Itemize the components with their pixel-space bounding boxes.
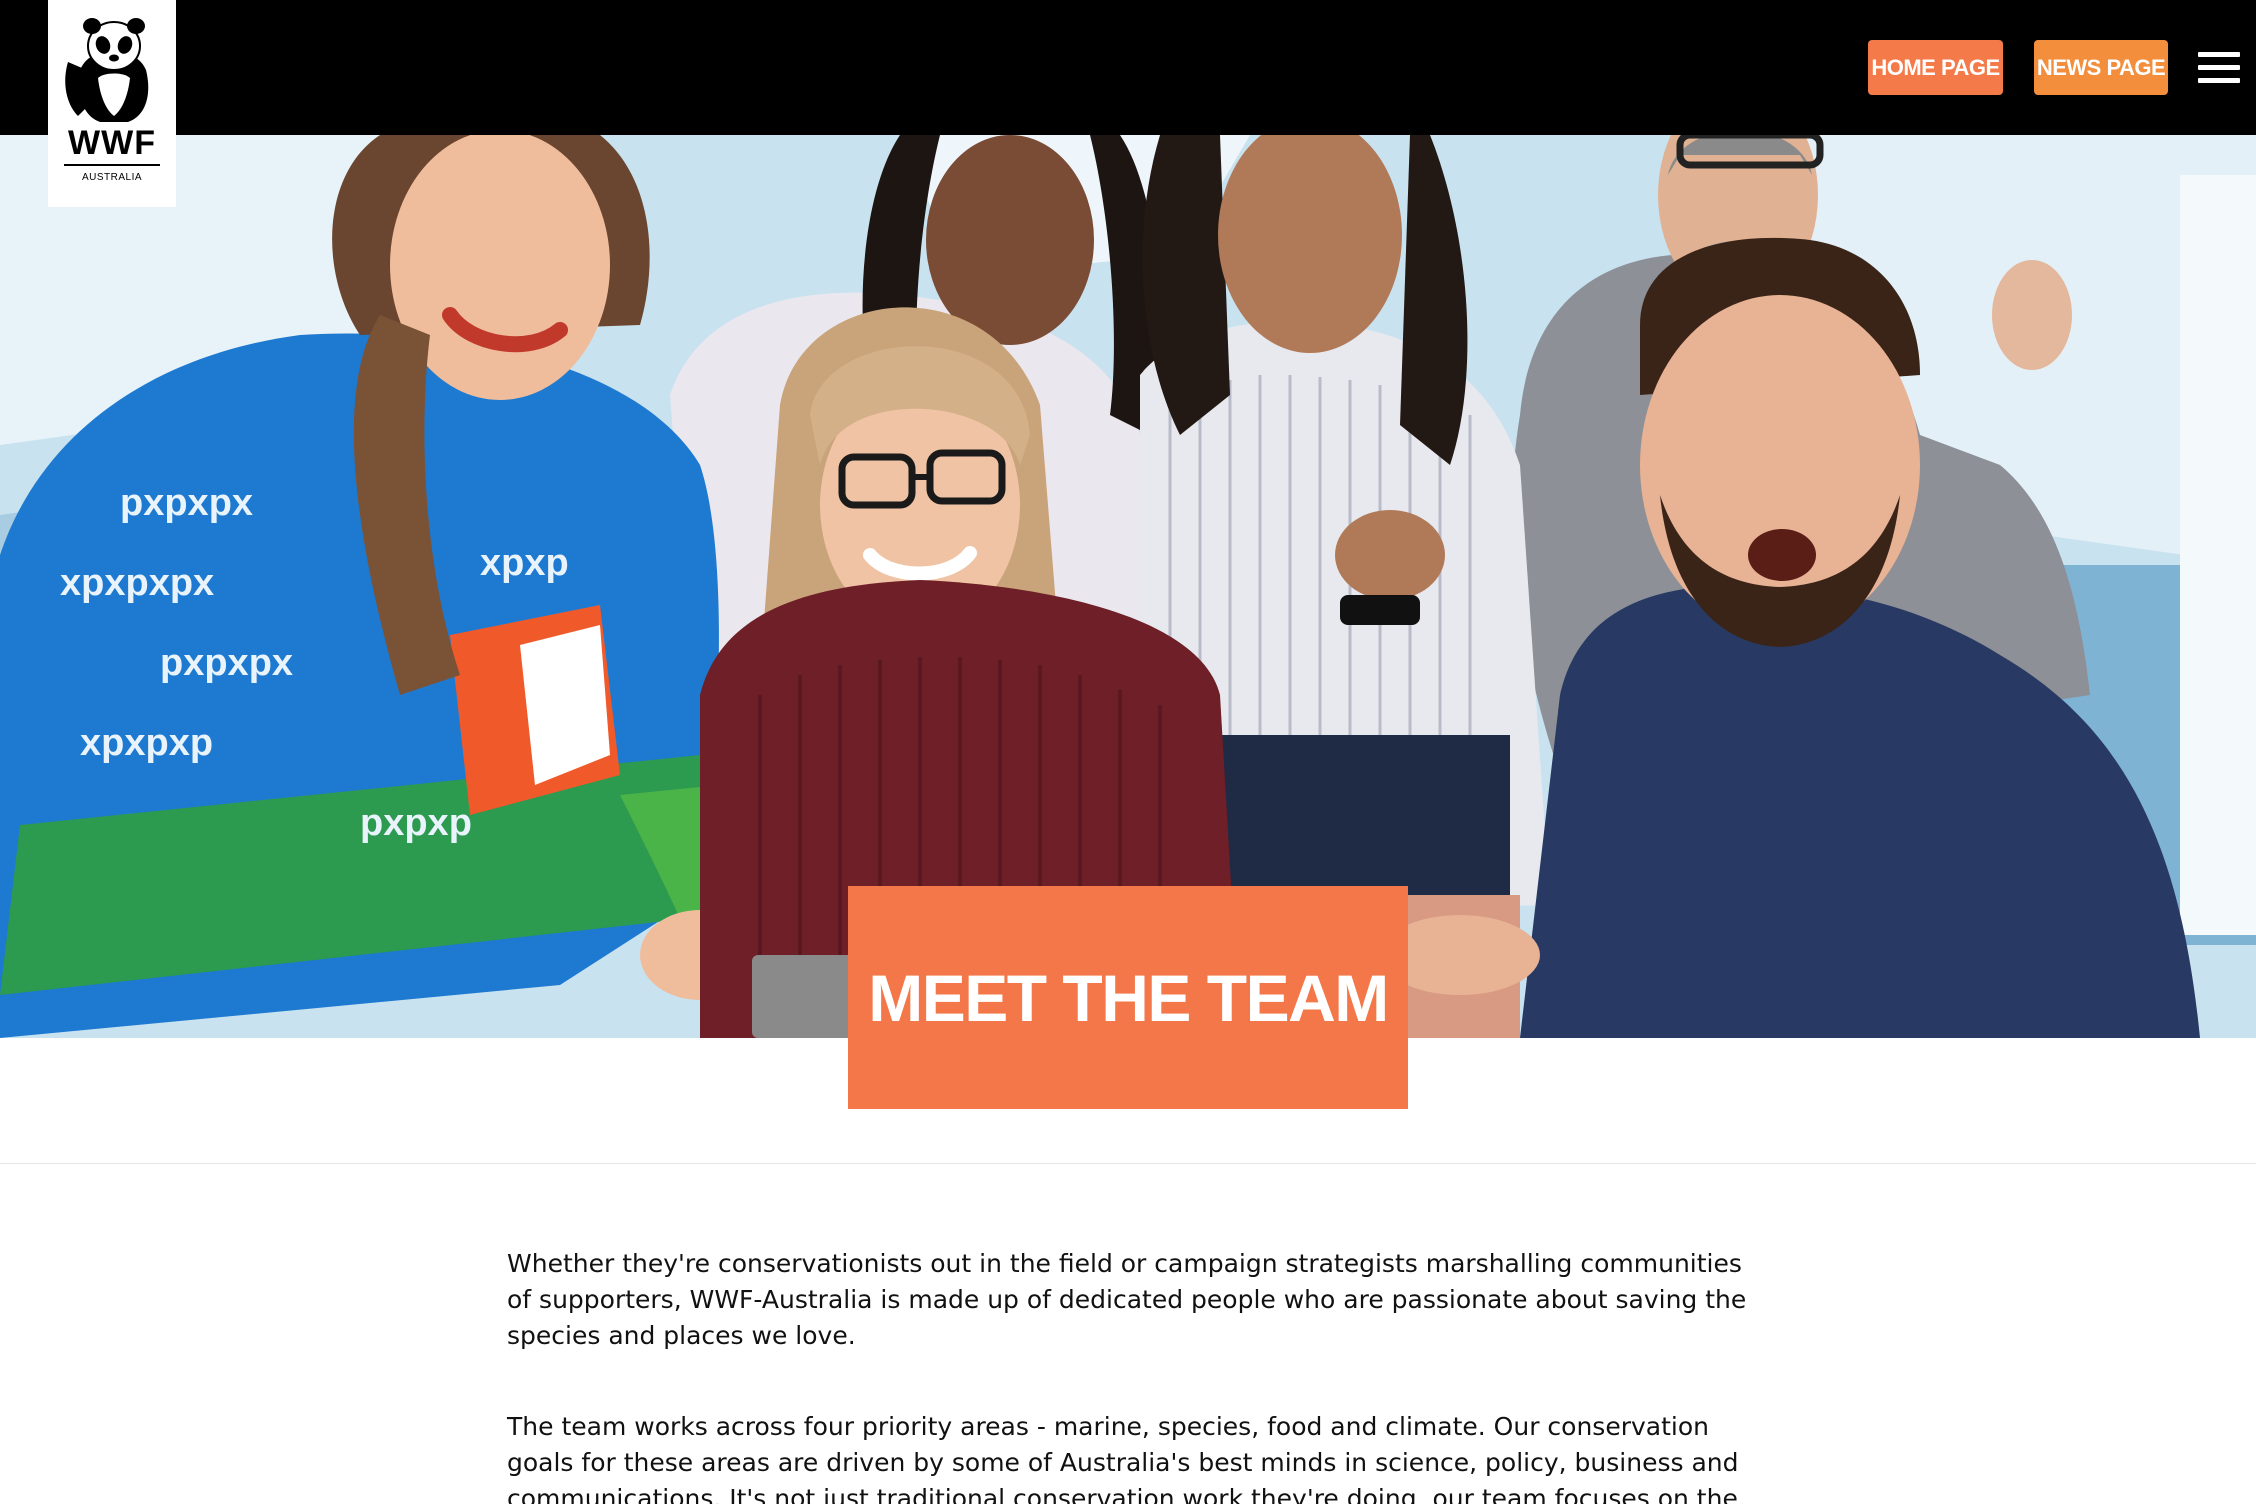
- svg-text:pxpxp: pxpxp: [360, 802, 472, 844]
- section-divider: [0, 1163, 2256, 1164]
- hamburger-menu-icon[interactable]: [2198, 52, 2240, 84]
- page-title: MEET THE TEAM: [868, 960, 1389, 1035]
- panda-logo-icon: [65, 18, 149, 122]
- svg-text:xpxp: xpxp: [480, 542, 569, 584]
- svg-text:xpxpxpx: xpxpxpx: [60, 562, 214, 604]
- logo-region: AUSTRALIA: [81, 172, 143, 183]
- logo-wordmark: WWF: [68, 124, 156, 162]
- intro-paragraph: Whether they're conservationists out in …: [507, 1249, 1747, 1350]
- svg-text:xpxpxp: xpxpxp: [80, 722, 213, 764]
- news-page-button[interactable]: NEWS PAGE: [2034, 40, 2168, 95]
- home-page-button[interactable]: HOME PAGE: [1868, 40, 2003, 95]
- logo-rule: [64, 164, 160, 166]
- intro-content: Whether they're conservationists out in …: [507, 1246, 1757, 1504]
- page-title-banner: MEET THE TEAM: [848, 886, 1408, 1109]
- wwf-logo[interactable]: WWF AUSTRALIA: [48, 0, 176, 207]
- svg-text:pxpxpx: pxpxpx: [120, 482, 253, 524]
- svg-text:pxpxpx: pxpxpx: [160, 642, 293, 684]
- priority-areas-paragraph: The team works across four priority area…: [507, 1412, 1739, 1504]
- top-navigation-bar: HOME PAGE NEWS PAGE: [0, 0, 2256, 135]
